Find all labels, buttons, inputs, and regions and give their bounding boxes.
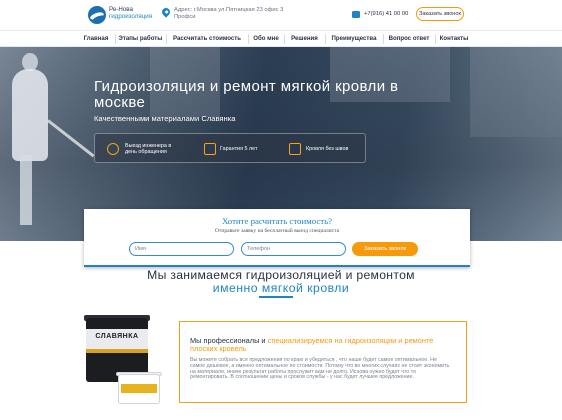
submit-call-button[interactable]: Заказать звонок (352, 242, 418, 256)
address: Адрес: г.Москва ул.Пятницкая 23 офис 3 П… (174, 7, 334, 21)
phone-input[interactable] (241, 242, 346, 256)
top-bar: Ре-Нова гидроизоляция Адрес: г.Москва ул… (0, 0, 562, 30)
title-underline (259, 296, 293, 298)
info-body: Вы можете собрать все предложения по кра… (190, 357, 450, 381)
benefit-label: Гарантия 5 лет (220, 146, 258, 152)
nav-item-calculate[interactable]: Рассчитать стоимость (167, 31, 247, 47)
map-pin-icon (160, 6, 172, 18)
product-bucket-label: СЛАВЯНКА (86, 329, 148, 349)
roof-icon (289, 143, 301, 155)
nav-item-advantages[interactable]: Преимущества (326, 31, 382, 47)
worker-figure (20, 155, 32, 225)
engineer-icon (107, 143, 119, 155)
order-call-button[interactable]: Заказать звонок (416, 7, 464, 21)
name-input[interactable] (129, 242, 234, 256)
phone-icon (352, 11, 360, 18)
product-brand-text: СЛАВЯНКА (95, 333, 139, 340)
main-nav: Главная Этапы работы Рассчитать стоимост… (0, 30, 562, 47)
phone-number[interactable]: +7(916) 41 00 00 (364, 11, 408, 17)
nav-item-faq[interactable]: Вопрос ответ (384, 31, 434, 47)
hero-subtitle: Качественными материалами Славянка (94, 114, 236, 123)
brand-name[interactable]: Ре-Нова (109, 6, 133, 13)
hero-title: Гидроизоляция и ремонт мягкой кровли в м… (94, 78, 399, 111)
section-title-line-2: именно мягкой кровли (212, 281, 350, 295)
benefits-bar: Выезд инженера в день обращения Гарантия… (94, 133, 366, 163)
form-title: Хотите расчитать стоимость? (221, 216, 333, 226)
logo-icon[interactable] (88, 6, 106, 24)
product-bucket-stripe (86, 349, 148, 353)
nav-item-home[interactable]: Главная (78, 31, 114, 47)
nav-item-contacts[interactable]: Контакты (436, 31, 472, 47)
guarantee-icon (204, 143, 216, 155)
info-heading: Мы профессионалы и специализируемся на г… (190, 336, 460, 354)
section-title-line-1: Мы занимаемся гидроизоляцией и ремонтом (147, 268, 415, 282)
cost-request-form: Хотите расчитать стоимость? Отправьте за… (84, 209, 470, 267)
worker-figure (12, 69, 48, 161)
form-note: Отправьте заявку на бесплатный выезд спе… (214, 228, 340, 234)
nav-item-stages[interactable]: Этапы работы (116, 31, 165, 47)
brand-subtitle: гидроизоляция (109, 13, 153, 20)
nav-item-about[interactable]: Обо мне (249, 31, 283, 47)
benefit-label: Кровля без швов (306, 146, 349, 152)
info-box: Мы профессионалы и специализируемся на г… (179, 321, 467, 403)
benefit-label: Выезд инженера в день обращения (125, 143, 172, 156)
product-tub-label (121, 384, 157, 393)
address-line-1: Адрес: г.Москва ул.Пятницкая 23 офис 3 (174, 7, 284, 13)
nav-item-solutions[interactable]: Решения (285, 31, 324, 47)
address-line-2: Профси (174, 14, 196, 20)
